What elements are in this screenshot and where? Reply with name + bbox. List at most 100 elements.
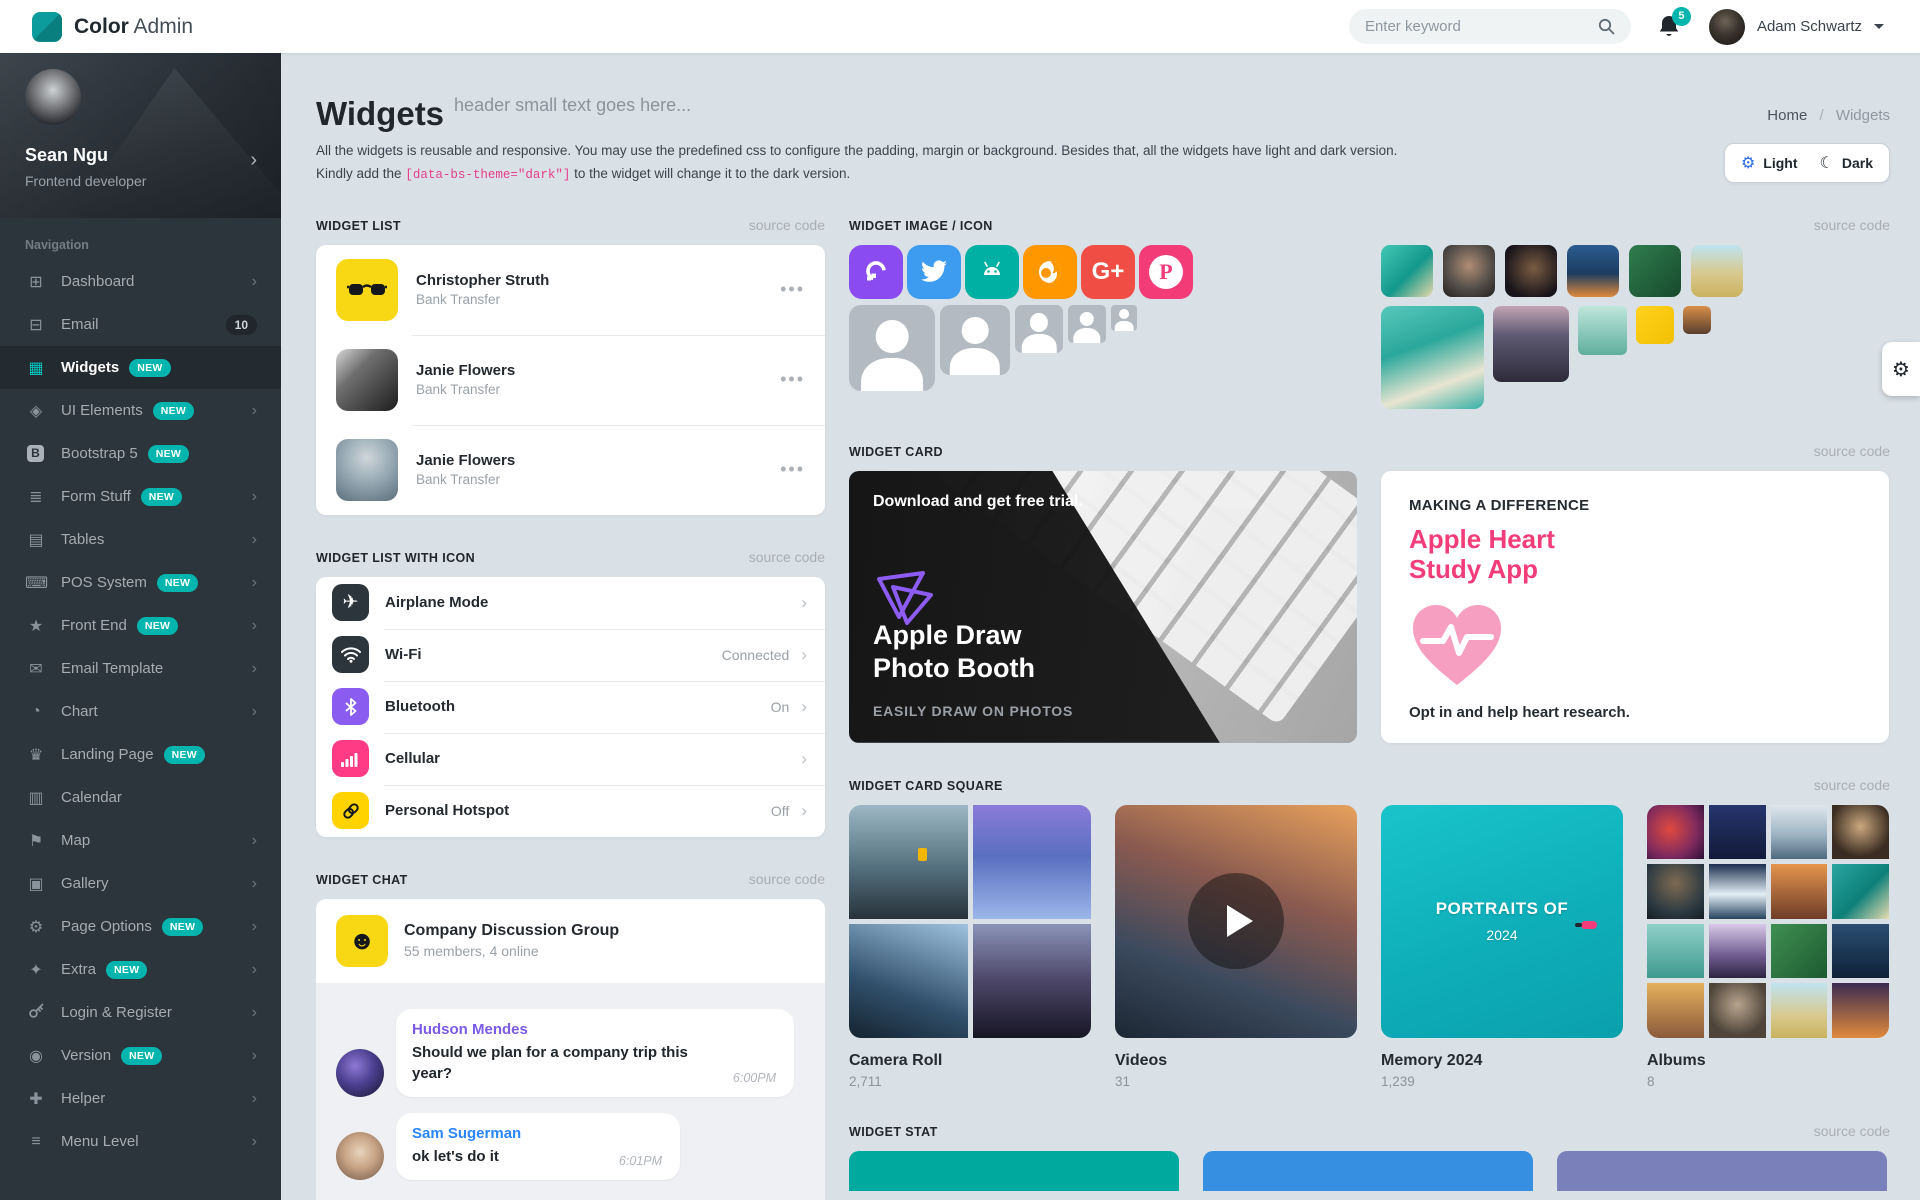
sidebar-item-front-end[interactable]: ★Front EndNEW› (0, 604, 281, 647)
sidebar-item-label: Chart (61, 703, 98, 720)
social-icons-row: G+P (849, 245, 1357, 299)
menu-icon: ≡ (25, 1133, 47, 1151)
setting-row-wi-fi[interactable]: Wi-FiConnected› (316, 629, 825, 681)
widget-list-panel: Christopher StruthBank Transfer•••Janie … (316, 245, 825, 515)
sidebar-profile[interactable]: Sean Ngu Frontend developer › (0, 53, 281, 218)
chevron-right-icon: › (252, 531, 257, 549)
sidebar-item-form-stuff[interactable]: ≣Form StuffNEW› (0, 475, 281, 518)
theme-light-button[interactable]: ⚙Light (1741, 153, 1798, 173)
sidebar-item-label: Page Options (61, 918, 152, 935)
list-item-text: Christopher StruthBank Transfer (416, 272, 549, 307)
sidebar-item-extra[interactable]: ✦ExtraNEW› (0, 948, 281, 991)
widgets-icon: ▦ (25, 358, 47, 378)
user-menu[interactable]: Adam Schwartz (1709, 9, 1884, 45)
sidebar-item-map[interactable]: ⚑Map› (0, 819, 281, 862)
bootstrap-icon: B (27, 445, 44, 462)
message-bubble: Sam Sugermanok let's do it6:01PM (396, 1113, 680, 1180)
sidebar-item-helper[interactable]: ✚Helper› (0, 1077, 281, 1120)
source-code-link[interactable]: source code (1814, 217, 1890, 233)
google-plus-icon[interactable]: G+ (1081, 245, 1135, 299)
thumbnail-image (1567, 245, 1619, 297)
square-card-count: 1,239 (1381, 1074, 1623, 1089)
sidebar-item-version[interactable]: ◉VersionNEW› (0, 1034, 281, 1077)
sidebar-item-login-register[interactable]: Login & Register› (0, 991, 281, 1034)
square-card-media[interactable] (849, 805, 1091, 1038)
album-grid (1647, 805, 1889, 1038)
brand[interactable]: Color Admin (0, 12, 281, 42)
sidebar-item-email[interactable]: ⊟Email10 (0, 303, 281, 346)
top-navbar: Color Admin 5 Adam Schwartz (0, 0, 1920, 53)
sidebar-item-label: Widgets (61, 359, 119, 376)
avatar-placeholder (940, 305, 1010, 375)
chevron-right-icon: › (801, 593, 807, 613)
setting-row-bluetooth[interactable]: BluetoothOn› (316, 681, 825, 733)
sidebar-item-dashboard[interactable]: ⊞Dashboard› (0, 260, 281, 303)
description-text-after: to the widget will change it to the dark… (570, 166, 850, 181)
source-code-link[interactable]: source code (1814, 1123, 1890, 1139)
stat-cards-row (849, 1151, 1890, 1191)
notifications-bell-icon[interactable]: 5 (1657, 14, 1683, 40)
setting-row-cellular[interactable]: Cellular› (316, 733, 825, 785)
more-options-button[interactable]: ••• (780, 369, 805, 390)
sidebar-item-landing-page[interactable]: ♛Landing PageNEW (0, 733, 281, 776)
icon-examples: G+P (849, 245, 1357, 409)
album-photo (1832, 924, 1889, 979)
square-card-media[interactable] (1115, 805, 1357, 1038)
sidebar-item-label: POS System (61, 574, 147, 591)
chevron-right-icon: › (252, 875, 257, 893)
new-badge: NEW (106, 961, 147, 979)
firefox-icon[interactable] (1023, 245, 1077, 299)
sidebar-item-calendar[interactable]: ▥Calendar (0, 776, 281, 819)
album-photo (1832, 864, 1889, 919)
square-card-media[interactable] (1647, 805, 1889, 1038)
sidebar-item-chart[interactable]: ◔Chart› (0, 690, 281, 733)
thumbnail-image (1443, 245, 1495, 297)
wifi-icon (332, 636, 369, 673)
album-photo (1647, 983, 1704, 1038)
source-code-link[interactable]: source code (749, 217, 825, 233)
sidebar-item-ui-elements[interactable]: ◈UI ElementsNEW› (0, 389, 281, 432)
search-icon[interactable] (1598, 18, 1615, 35)
section-title: WIDGET STAT (849, 1125, 938, 1139)
play-button[interactable] (1188, 873, 1284, 969)
theme-settings-tab[interactable]: ⚙ (1882, 342, 1920, 396)
source-code-link[interactable]: source code (749, 871, 825, 887)
chevron-right-icon: › (252, 1004, 257, 1022)
source-code-link[interactable]: source code (1814, 777, 1890, 793)
sidebar-item-label: Tables (61, 531, 104, 548)
sidebar-item-widgets[interactable]: ▦WidgetsNEW (0, 346, 281, 389)
sidebar-item-tables[interactable]: ▤Tables› (0, 518, 281, 561)
chat-group-header: ☻ Company Discussion Group 55 members, 4… (316, 899, 825, 983)
search-input[interactable] (1365, 18, 1588, 35)
promo-subtitle: EASILY DRAW ON PHOTOS (873, 703, 1073, 719)
section-title: WIDGET LIST WITH ICON (316, 551, 475, 565)
widget-list-row: Christopher StruthBank Transfer ••• (316, 245, 825, 335)
theme-dark-button[interactable]: ☾Dark (1820, 153, 1873, 173)
sidebar-item-gallery[interactable]: ▣Gallery› (0, 862, 281, 905)
setting-row-personal-hotspot[interactable]: Personal HotspotOff› (316, 785, 825, 837)
source-code-link[interactable]: source code (749, 549, 825, 565)
sidebar-item-label: Extra (61, 961, 96, 978)
android-icon[interactable] (965, 245, 1019, 299)
sidebar-item-menu-level[interactable]: ≡Menu Level› (0, 1120, 281, 1163)
twitter-icon[interactable] (907, 245, 961, 299)
source-code-link[interactable]: source code (1814, 443, 1890, 459)
square-card-media[interactable]: PORTRAITS OF2024 (1381, 805, 1623, 1038)
section-title: WIDGET CARD SQUARE (849, 779, 1003, 793)
breadcrumb-separator: / (1819, 107, 1823, 124)
more-options-button[interactable]: ••• (780, 459, 805, 480)
more-options-button[interactable]: ••• (780, 279, 805, 300)
heart-study-card: MAKING A DIFFERENCE Apple Heart Study Ap… (1381, 471, 1889, 743)
setting-row-airplane-mode[interactable]: ✈Airplane Mode› (316, 577, 825, 629)
sidebar-item-pos-system[interactable]: ⌨POS SystemNEW› (0, 561, 281, 604)
sidebar-item-bootstrap-5[interactable]: BBootstrap 5NEW (0, 432, 281, 475)
avatar-placeholders-row (849, 305, 1357, 391)
theme-toggle: ⚙Light ☾Dark (1724, 143, 1890, 183)
chevron-right-icon: › (252, 574, 257, 592)
breadcrumb-home-link[interactable]: Home (1767, 107, 1807, 124)
pinterest-icon[interactable]: P (1139, 245, 1193, 299)
sidebar-item-page-options[interactable]: ⚙Page OptionsNEW› (0, 905, 281, 948)
digitalocean-icon[interactable] (849, 245, 903, 299)
sidebar-item-email-template[interactable]: ✉Email Template› (0, 647, 281, 690)
sidebar-nav-label: Navigation (0, 218, 281, 260)
